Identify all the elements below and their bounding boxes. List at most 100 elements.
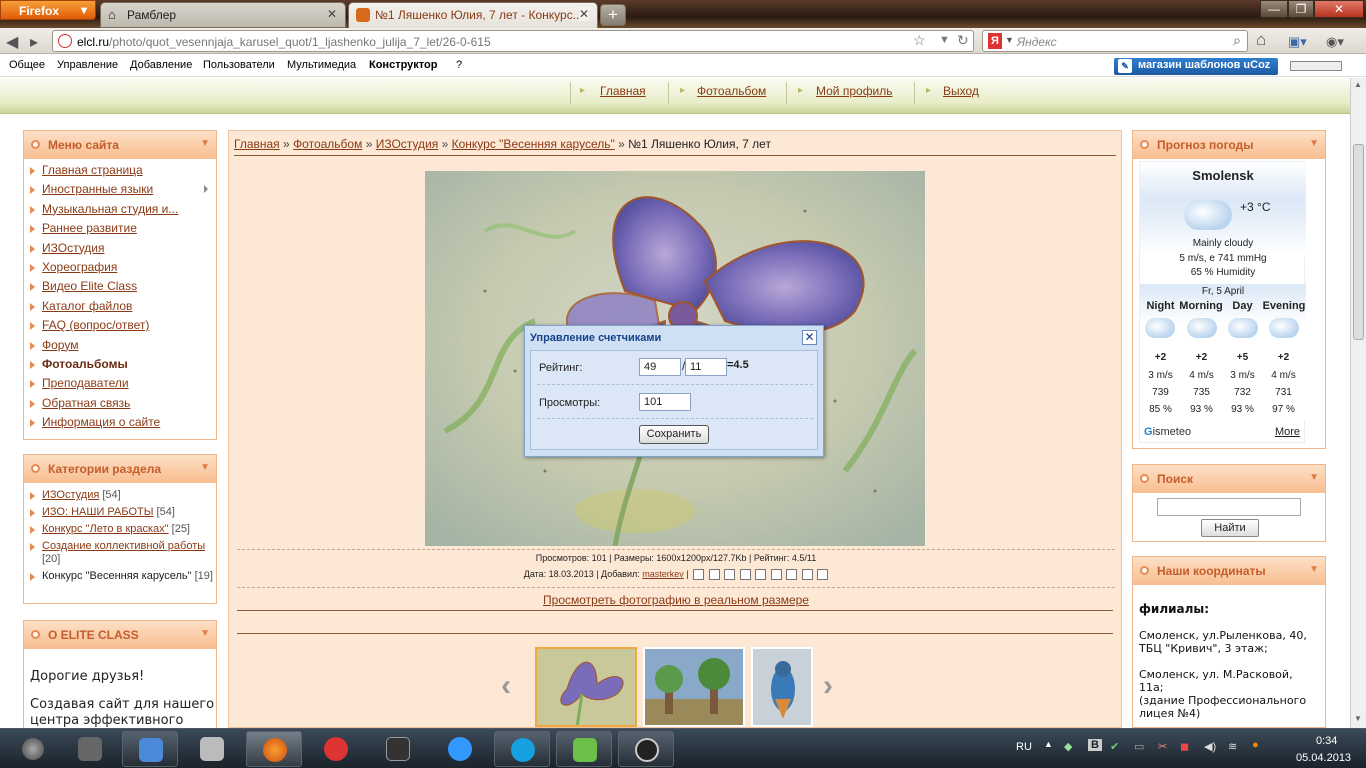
- chevron-down-icon[interactable]: ▼: [200, 628, 210, 639]
- category-link[interactable]: Конкурс "Лето в красках": [42, 523, 169, 535]
- menu-link[interactable]: Музыкальная студия и...: [42, 202, 178, 216]
- tab-photo[interactable]: №1 Ляшенко Юлия, 7 лет - Конкурс... ✕: [348, 2, 598, 28]
- chevron-down-icon[interactable]: ▼: [939, 34, 950, 46]
- menu-link-current[interactable]: Фотоальбомы: [42, 357, 128, 371]
- close-tab-icon[interactable]: ✕: [327, 7, 337, 21]
- menu-item-current[interactable]: Фотоальбомы: [24, 357, 216, 376]
- move-up-icon[interactable]: [708, 569, 720, 581]
- taskbar-app-finder[interactable]: [122, 731, 178, 767]
- edit-icon[interactable]: [693, 569, 705, 581]
- copy-icon[interactable]: [739, 569, 751, 581]
- menu-item[interactable]: Форум: [24, 338, 216, 357]
- menu-item[interactable]: FAQ (вопрос/ответ): [24, 318, 216, 337]
- taskbar-app-quicktime[interactable]: [432, 731, 488, 767]
- taskbar-app-evernote[interactable]: [556, 731, 612, 767]
- category-link[interactable]: ИЗО: НАШИ РАБОТЫ: [42, 506, 153, 518]
- category-link[interactable]: Создание коллективной работы: [42, 540, 205, 552]
- vk-icon[interactable]: B: [1088, 739, 1102, 751]
- chevron-down-icon[interactable]: ▼: [1309, 472, 1319, 483]
- weather-more-link[interactable]: More: [1275, 426, 1300, 438]
- reload-icon[interactable]: ↻: [957, 32, 969, 49]
- clock-date[interactable]: 05.04.2013: [1296, 752, 1351, 764]
- back-icon[interactable]: ◀: [6, 32, 18, 52]
- taskbar-app-camera[interactable]: [62, 731, 118, 767]
- apple-start-icon[interactable]: [22, 738, 44, 760]
- menu-item[interactable]: Хореография: [24, 260, 216, 279]
- tray-icon-power[interactable]: ●: [1252, 739, 1259, 751]
- new-tab-button[interactable]: +: [600, 4, 626, 26]
- tray-icon-tool[interactable]: ✂: [1158, 740, 1167, 753]
- prev-arrow-icon[interactable]: ‹: [501, 669, 511, 703]
- taskbar-app-yandex[interactable]: [308, 731, 364, 767]
- chevron-down-icon[interactable]: ▼: [1309, 564, 1319, 575]
- category-link[interactable]: ИЗОстудия: [42, 489, 99, 501]
- admin-menu-help[interactable]: ?: [456, 59, 462, 71]
- thumbnail-current[interactable]: [535, 647, 637, 727]
- admin-menu-general[interactable]: Общее: [9, 59, 45, 71]
- admin-menu-constructor[interactable]: Конструктор: [369, 59, 437, 71]
- chevron-down-icon[interactable]: ▼: [200, 138, 210, 149]
- coordinates-header[interactable]: Наши координаты ▼: [1133, 557, 1325, 585]
- menu-item[interactable]: Музыкальная студия и...: [24, 202, 216, 221]
- menu-link[interactable]: Хореография: [42, 260, 117, 274]
- category-item[interactable]: ИЗОстудия [54]: [24, 489, 216, 502]
- category-item[interactable]: Создание коллективной работы [20]: [24, 540, 216, 566]
- forward-icon[interactable]: ▸: [30, 32, 38, 52]
- rating-sum-input[interactable]: 49: [639, 358, 681, 376]
- close-window-button[interactable]: ✕: [1314, 0, 1364, 18]
- admin-menu-add[interactable]: Добавление: [130, 59, 192, 71]
- chevron-down-icon[interactable]: ▼: [1309, 138, 1319, 149]
- menu-link[interactable]: Раннее развитие: [42, 221, 137, 235]
- weather-header[interactable]: Прогноз погоды ▼: [1133, 131, 1325, 159]
- move-down-icon[interactable]: [724, 569, 736, 581]
- menu-item[interactable]: Раннее развитие: [24, 221, 216, 240]
- category-item[interactable]: ИЗО: НАШИ РАБОТЫ [54]: [24, 506, 216, 519]
- approve-icon[interactable]: [770, 569, 782, 581]
- maximize-button[interactable]: ❐: [1288, 0, 1314, 18]
- menu-item[interactable]: Информация о сайте: [24, 415, 216, 434]
- tab-rambler[interactable]: ⌂ Рамблер ✕: [100, 2, 346, 28]
- menu-link[interactable]: FAQ (вопрос/ответ): [42, 318, 149, 332]
- chevron-down-icon[interactable]: ▼: [1005, 35, 1014, 45]
- about-header[interactable]: О ELITE CLASS ▼: [24, 621, 216, 649]
- delete-icon[interactable]: [817, 569, 829, 581]
- home-icon[interactable]: ⌂: [1256, 30, 1266, 50]
- checkmark-icon[interactable]: [755, 569, 767, 581]
- tray-icon-network[interactable]: ◆: [1064, 740, 1072, 753]
- nav-my-profile[interactable]: Мой профиль: [816, 84, 893, 98]
- next-arrow-icon[interactable]: ›: [823, 669, 833, 703]
- scroll-down-icon[interactable]: ▼: [1354, 714, 1362, 723]
- menu-item[interactable]: Преподаватели: [24, 376, 216, 395]
- menu-link[interactable]: Преподаватели: [42, 376, 129, 390]
- url-bar[interactable]: elcl.ru/photo/quot_vesennjaja_karusel_qu…: [52, 30, 974, 52]
- menu-link[interactable]: Форум: [42, 338, 78, 352]
- taskbar-app-dashboard[interactable]: [618, 731, 674, 767]
- thumbnail[interactable]: [751, 647, 813, 727]
- taskbar-app-calculator[interactable]: [184, 731, 240, 767]
- firefox-menu-button[interactable]: Firefox ▾: [0, 0, 96, 20]
- nav-logout[interactable]: Выход: [943, 84, 979, 98]
- breadcrumb-home[interactable]: Главная: [234, 137, 280, 151]
- rating-votes-input[interactable]: 11: [685, 358, 727, 376]
- clock-time[interactable]: 0:34: [1316, 735, 1337, 747]
- taskbar-app-firefox[interactable]: [246, 731, 302, 767]
- bookmarks-icon[interactable]: ▣▾: [1288, 34, 1307, 50]
- menu-link[interactable]: ИЗОстудия: [42, 241, 105, 255]
- category-item[interactable]: Конкурс "Лето в красках" [25]: [24, 523, 216, 536]
- tray-icon-antivirus[interactable]: ◼: [1180, 740, 1189, 753]
- thumbnail[interactable]: [643, 647, 745, 727]
- breadcrumb-contest[interactable]: Конкурс "Весенняя карусель": [452, 137, 615, 151]
- menu-link[interactable]: Обратная связь: [42, 396, 130, 410]
- save-button[interactable]: Сохранить: [639, 425, 709, 444]
- menu-link[interactable]: Информация о сайте: [42, 415, 160, 429]
- menu-link[interactable]: Иностранные языки: [42, 182, 153, 196]
- site-search-input[interactable]: [1157, 498, 1301, 516]
- menu-item[interactable]: ИЗОстудия: [24, 241, 216, 260]
- menu-link[interactable]: Видео Elite Class: [42, 279, 137, 293]
- categories-header[interactable]: Категории раздела ▼: [24, 455, 216, 483]
- site-search-button[interactable]: Найти: [1201, 519, 1259, 537]
- category-current[interactable]: Конкурс "Весенняя карусель": [42, 570, 192, 582]
- scroll-up-icon[interactable]: ▲: [1354, 80, 1362, 89]
- search-bar[interactable]: Я ▼ Яндекс ⌕: [982, 30, 1248, 52]
- real-size-link[interactable]: Просмотреть фотографию в реальном размер…: [543, 593, 809, 607]
